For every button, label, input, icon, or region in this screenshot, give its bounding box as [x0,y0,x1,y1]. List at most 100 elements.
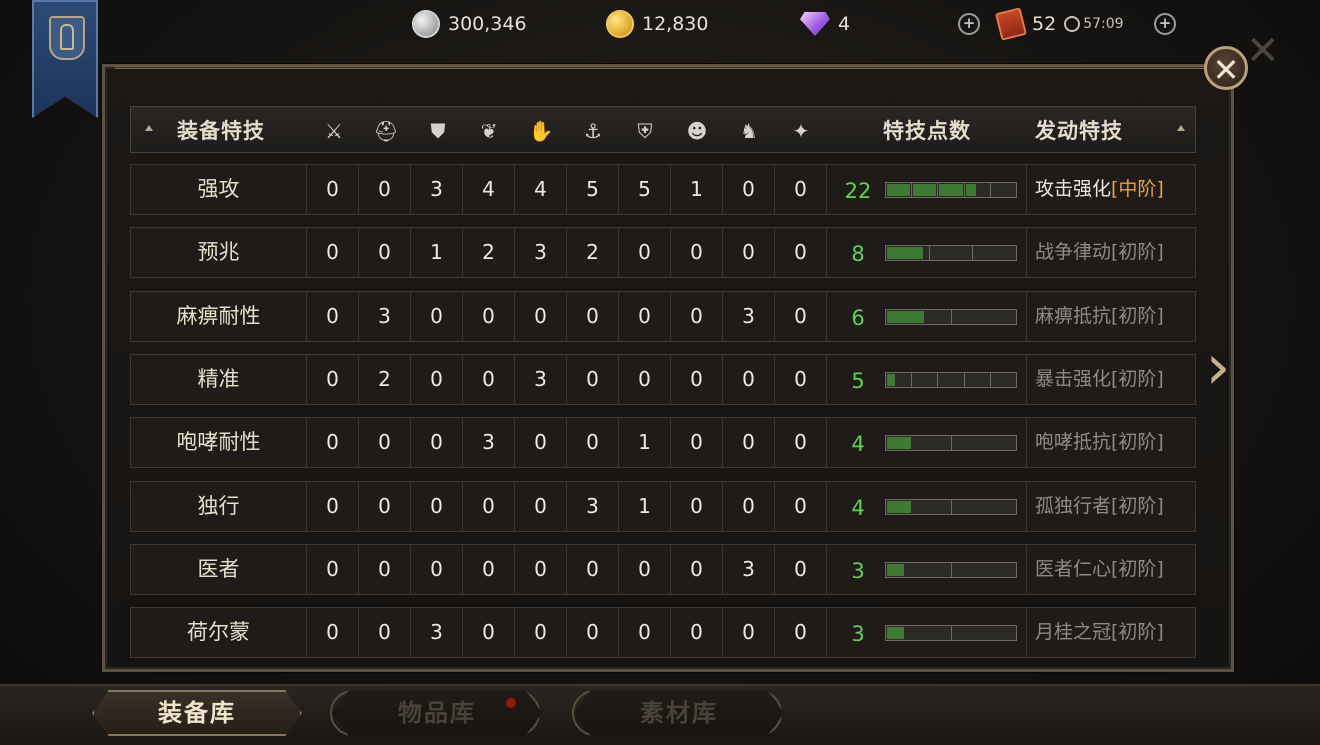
sort-up-icon[interactable] [1177,125,1185,131]
progress-segment [938,372,965,387]
progress-segment [886,626,952,641]
slot-value: 0 [411,418,463,468]
table-row[interactable]: 咆哮耐性 0 0 0 3 0 0 1 0 0 0 4 咆哮抵抗[初阶] [130,417,1196,469]
active-skill-name: 医者仁心 [1035,557,1112,580]
progress-fill [887,247,924,260]
progress-segment [912,183,939,197]
skill-points-cell: 8 [827,228,1027,278]
progress-segment [952,626,1017,640]
close-button[interactable]: ✕ [1204,46,1248,90]
tab-materials[interactable]: 素材库 [574,690,784,736]
progress-segment [991,183,1016,197]
slot-value: 0 [515,608,567,658]
slot-value: 3 [515,354,567,404]
progress-fill [887,563,905,576]
table-header: 装备特技 ⚔ ⛑ ⛊ ❦ ✋ ⚓ ⛨ ☻ ♞ ✦ 特技点数 发动特技 [130,106,1196,153]
slot-value: 0 [411,354,463,404]
skill-points: 5 [851,368,865,393]
slot-value: 0 [671,354,723,404]
sort-up-icon[interactable] [145,125,153,131]
slot-value: 0 [775,608,827,658]
slot-value: 0 [359,608,411,658]
tab-equipment[interactable]: 装备库 [92,690,302,736]
table-row[interactable]: 预兆 0 0 1 2 3 2 0 0 0 0 8 战争律动[初阶] [130,227,1196,279]
progress-segment [965,183,991,197]
progress-segment [886,246,930,261]
gold-coin-icon [606,10,634,38]
skill-progress-bar [885,625,1017,642]
talisman-icon: ✦ [792,119,810,143]
guild-banner[interactable] [32,0,98,118]
add-gem-button[interactable]: + [958,8,980,40]
slot-value: 0 [723,481,775,531]
slot-value: 0 [775,354,827,404]
chest-armor-icon: ⛊ [430,119,446,143]
slot-value: 0 [359,544,411,594]
slot-value: 0 [411,291,463,341]
skill-points: 4 [851,495,865,520]
active-skill: 孤独行者[初阶] [1029,482,1195,531]
slot-value: 0 [307,418,359,468]
mask-icon: ☻ [686,119,708,143]
slot-value: 0 [307,481,359,531]
slot-value: 0 [671,544,723,594]
gem-amount: 4 [838,13,851,35]
gem-icon [800,12,830,36]
slot-value: 3 [723,291,775,341]
progress-fill [887,184,911,196]
skill-points-cell: 4 [827,481,1027,531]
skill-points: 3 [851,622,865,647]
progress-fill [887,627,905,640]
clock-icon [1064,16,1081,32]
slot-value: 0 [723,418,775,468]
active-skill-level: [初阶] [1111,304,1164,327]
table-row[interactable]: 医者 0 0 0 0 0 0 0 0 3 0 3 医者仁心[初阶] [130,543,1196,595]
knight-icon: ♞ [740,119,758,143]
header-points[interactable]: 特技点数 [883,115,971,145]
progress-segment [965,372,991,387]
progress-segment [886,499,952,514]
silver-coin-icon [412,10,440,38]
slot-value: 3 [463,418,515,468]
slot-value: 0 [515,291,567,341]
table-row[interactable]: 麻痹耐性 0 3 0 0 0 0 0 0 3 0 6 麻痹抵抗[初阶] [130,290,1196,342]
table-row[interactable]: 独行 0 0 0 0 0 3 1 0 0 0 4 孤独行者[初阶] [130,480,1196,532]
plus-icon: + [958,13,980,35]
skill-progress-bar [885,498,1017,515]
add-book-button[interactable]: + [1154,8,1176,40]
skill-points: 3 [851,558,865,583]
slot-value: 0 [723,165,775,214]
next-page-arrow-icon[interactable]: › [1200,336,1236,400]
skill-name: 麻痹耐性 [131,291,307,341]
active-skill: 暴击强化[初阶] [1029,355,1195,404]
table-row[interactable]: 荷尔蒙 0 0 3 0 0 0 0 0 0 0 3 月桂之冠[初阶] [130,607,1196,659]
progress-segment [938,183,965,197]
active-skill-name: 月桂之冠 [1035,621,1112,644]
skill-progress-bar [885,561,1017,578]
table-row[interactable]: 强攻 0 0 3 4 4 5 5 1 0 0 22 攻击强化[中阶] [130,164,1196,215]
progress-segment [930,246,974,261]
slot-value: 1 [619,481,671,531]
table-row[interactable]: 精准 0 2 0 0 3 0 0 0 0 0 5 暴击强化[初阶] [130,353,1196,405]
progress-fill [965,184,977,196]
slot-value: 4 [463,165,515,214]
skill-progress-bar [885,371,1017,388]
progress-segment [973,246,1016,260]
active-skill-name: 暴击强化 [1035,367,1112,390]
active-skill-name: 麻痹抵抗 [1035,304,1112,327]
progress-fill [887,500,911,513]
slot-value: 0 [307,165,359,214]
header-active[interactable]: 发动特技 [1035,115,1123,145]
background-close-icon: ✕ [1246,28,1280,74]
timer-text: 57:09 [1083,16,1124,32]
header-skill[interactable]: 装备特技 [177,115,265,145]
silver-resource: 300,346 [412,8,527,40]
active-skill-level: [初阶] [1111,241,1164,264]
slot-value: 1 [411,228,463,278]
slot-value: 0 [515,481,567,531]
slot-value: 0 [411,481,463,531]
tab-items[interactable]: 物品库 [332,690,542,736]
active-skill-level: [初阶] [1111,494,1164,517]
slot-value: 0 [619,544,671,594]
resource-bar: 300,346 12,830 4 + 52 57:09 + [400,0,1200,48]
